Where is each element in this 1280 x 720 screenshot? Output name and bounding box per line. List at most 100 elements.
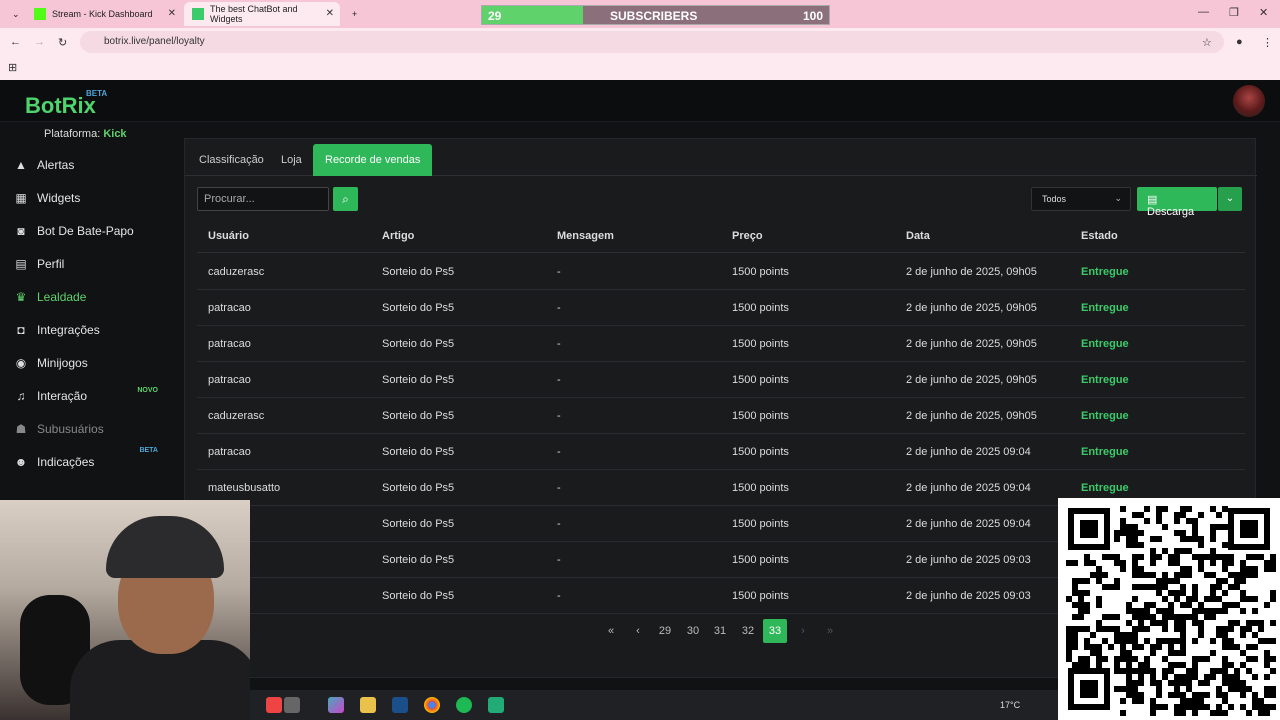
column-header[interactable]: Mensagem — [557, 230, 614, 242]
sidebar-item-lealdade[interactable]: ♛ Lealdade — [0, 282, 168, 312]
chevron-down-icon: ⌄ — [1225, 193, 1235, 204]
cell-message: - — [557, 374, 561, 386]
weather-widget[interactable]: 17°C — [1000, 700, 1020, 710]
download-button[interactable]: ▤ Descarga — [1137, 187, 1217, 218]
page-link-current[interactable]: 33 — [763, 619, 787, 643]
tab-list-button[interactable]: ⌄ — [4, 2, 22, 26]
prev-page-icon[interactable]: ‹ — [626, 619, 650, 643]
cell-status: Entregue — [1081, 410, 1129, 422]
cell-date: 2 de junho de 2025 09:03 — [906, 590, 1031, 602]
sidebar-item-minijogos[interactable]: ◉ Minijogos — [0, 348, 168, 378]
bookmark-star-icon[interactable]: ☆ — [1202, 36, 1212, 49]
profile-icon[interactable]: ● — [1236, 36, 1243, 48]
cell-date: 2 de junho de 2025 09:04 — [906, 518, 1031, 530]
menu-icon[interactable]: ⋮ — [1262, 36, 1273, 49]
close-tab-icon[interactable]: ✕ — [168, 8, 176, 19]
sidebar-item-indicacoes[interactable]: ☻ Indicações BETA — [0, 447, 168, 477]
cell-item: Sorteio do Ps5 — [382, 590, 455, 602]
last-page-icon[interactable]: » — [818, 619, 842, 643]
cell-status: Entregue — [1081, 446, 1129, 458]
sidebar-item-interacao[interactable]: ♫ Interação NOVO — [0, 381, 168, 411]
search-input[interactable]: Procurar... — [197, 187, 329, 211]
column-header[interactable]: Usuário — [208, 230, 249, 242]
file-explorer-icon[interactable] — [360, 697, 376, 713]
cell-item: Sorteio do Ps5 — [382, 302, 455, 314]
terminal-icon[interactable] — [488, 697, 504, 713]
platform-label: Plataforma: — [44, 128, 101, 140]
sidebar-item-label: Interação — [37, 389, 88, 403]
cell-date: 2 de junho de 2025, 09h05 — [906, 302, 1037, 314]
cell-message: - — [557, 554, 561, 566]
table-row: patracao Sorteio do Ps5 - 1500 points 2 de j… — [197, 290, 1245, 326]
steam-icon[interactable] — [392, 697, 408, 713]
user-avatar[interactable] — [1233, 85, 1265, 117]
app-header: BotRix BETA — [0, 80, 1280, 122]
spotify-icon[interactable] — [456, 697, 472, 713]
tab-classificacao[interactable]: Classificação — [187, 144, 276, 176]
chrome-icon[interactable] — [424, 697, 440, 713]
cell-price: 1500 points — [732, 338, 789, 350]
cell-status: Entregue — [1081, 482, 1129, 494]
column-header[interactable]: Data — [906, 230, 930, 242]
cell-item: Sorteio do Ps5 — [382, 554, 455, 566]
subscriber-goal-bar: 29 SUBSCRIBERS 100 — [481, 5, 830, 25]
download-dropdown-button[interactable]: ⌄ — [1218, 187, 1242, 211]
new-tab-button[interactable]: + — [344, 2, 365, 26]
gamepad-icon: ◉ — [15, 356, 27, 370]
page-link[interactable]: 29 — [653, 619, 677, 643]
sidebar-item-alertas[interactable]: ▲ Alertas — [0, 150, 168, 180]
cell-item: Sorteio do Ps5 — [382, 446, 455, 458]
column-header[interactable]: Estado — [1081, 230, 1118, 242]
cell-user: mateusbusatto — [208, 482, 281, 494]
close-window-icon[interactable]: ✕ — [1259, 6, 1268, 19]
page-link[interactable]: 30 — [681, 619, 705, 643]
back-icon[interactable]: ← — [10, 36, 21, 48]
cell-price: 1500 points — [732, 554, 789, 566]
sidebar-item-perfil[interactable]: ▤ Perfil — [0, 249, 168, 279]
cell-date: 2 de junho de 2025, 09h05 — [906, 374, 1037, 386]
app-icon[interactable] — [266, 697, 282, 713]
first-page-icon[interactable]: « — [599, 619, 623, 643]
next-page-icon[interactable]: › — [791, 619, 815, 643]
tab-loja[interactable]: Loja — [269, 144, 314, 176]
streamer-cap — [106, 516, 224, 578]
reload-icon[interactable]: ↻ — [58, 36, 67, 49]
weather-temp: 17°C — [1000, 700, 1021, 710]
sidebar-item-integracoes[interactable]: ◘ Integrações — [0, 315, 168, 345]
column-header[interactable]: Artigo — [382, 230, 414, 242]
trophy-icon: ♛ — [15, 290, 27, 304]
bookmarks-bar: ⊞ — [0, 56, 1280, 80]
music-icon: ♫ — [16, 389, 26, 403]
cell-price: 1500 points — [732, 446, 789, 458]
minimize-icon[interactable]: — — [1198, 6, 1209, 18]
url-input[interactable]: botrix.live/panel/loyalty — [80, 31, 1224, 53]
tab-kick-dashboard[interactable]: Stream - Kick Dashboard ✕ — [26, 2, 182, 26]
app-icon[interactable] — [284, 697, 300, 713]
sidebar-item-label: Integrações — [37, 323, 100, 337]
cell-user: patracao — [208, 374, 251, 386]
robot-icon: ◙ — [17, 224, 25, 238]
apps-grid-icon[interactable]: ⊞ — [8, 61, 17, 74]
forward-icon[interactable]: → — [34, 36, 45, 48]
tab-botrix[interactable]: The best ChatBot and Widgets ✕ — [184, 2, 340, 26]
subscriber-goal: 100 — [802, 9, 823, 23]
copilot-icon[interactable] — [328, 697, 344, 713]
browser-tab-bar: ⌄ Stream - Kick Dashboard ✕ The best Cha… — [0, 0, 1280, 28]
platform-value: Kick — [103, 128, 127, 140]
search-button[interactable]: ⌕ — [333, 187, 358, 211]
sidebar-item-bot[interactable]: ◙ Bot De Bate-Papo — [0, 216, 168, 246]
sidebar-item-subusuarios[interactable]: ☗ Subusuários — [0, 414, 168, 444]
cell-item: Sorteio do Ps5 — [382, 482, 455, 494]
subscriber-current: 29 — [488, 9, 502, 23]
cell-item: Sorteio do Ps5 — [382, 374, 455, 386]
tab-recorde-de-vendas[interactable]: Recorde de vendas — [313, 144, 433, 176]
close-tab-icon[interactable]: ✕ — [326, 8, 334, 19]
status-filter-select[interactable]: Todos ⌄ — [1031, 187, 1131, 211]
page-link[interactable]: 31 — [708, 619, 732, 643]
sidebar-item-widgets[interactable]: ▦ Widgets — [0, 183, 168, 213]
restore-icon[interactable]: ❐ — [1229, 6, 1239, 19]
cell-date: 2 de junho de 2025, 09h05 — [906, 338, 1037, 350]
kick-favicon-icon — [34, 8, 46, 20]
column-header[interactable]: Preço — [732, 230, 763, 242]
page-link[interactable]: 32 — [736, 619, 760, 643]
